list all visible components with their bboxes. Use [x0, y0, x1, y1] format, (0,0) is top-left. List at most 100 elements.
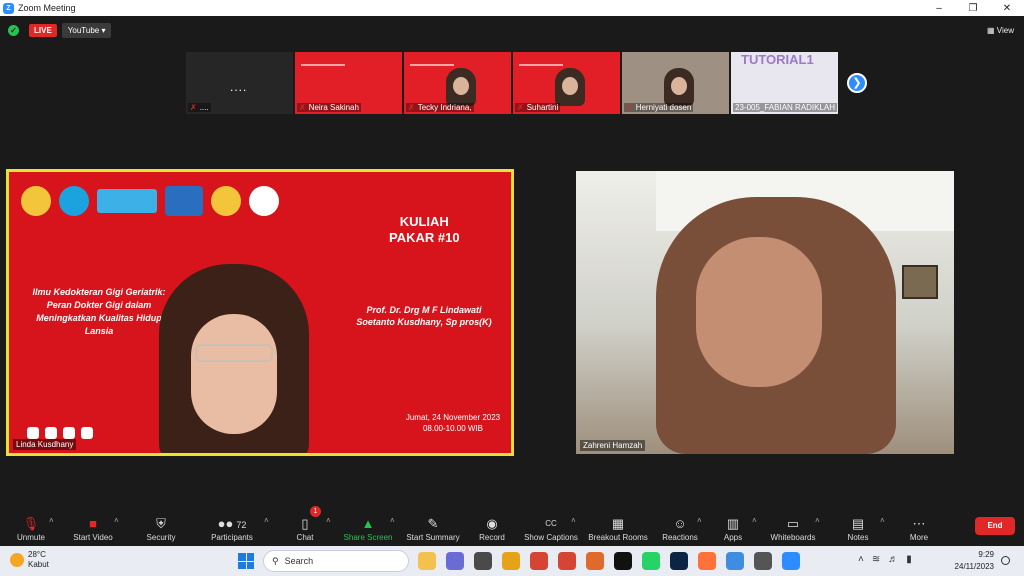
chat-button[interactable]: ▯ 1 Chat	[292, 506, 321, 546]
close-button[interactable]: ✕	[990, 3, 1024, 14]
record-label: Record	[479, 533, 505, 542]
firefox-icon[interactable]	[698, 552, 716, 570]
active-speaker-tile[interactable]: KULIAH PAKAR #10 Ilmu Kedokteran Gigi Ge…	[6, 169, 514, 456]
view-grid-icon: ▦	[987, 25, 995, 35]
participant-name: Linda Kusdhany	[13, 439, 77, 450]
chevron-up-icon[interactable]: ˄	[390, 516, 395, 525]
speaker-video	[159, 264, 309, 453]
notification-bell-icon[interactable]	[1001, 556, 1010, 565]
participant-video	[446, 68, 476, 106]
battery-icon[interactable]: ▮	[906, 554, 912, 565]
participant-tile[interactable]: Zahreni Hamzah	[576, 171, 954, 454]
maps-icon[interactable]	[586, 552, 604, 570]
next-page-arrow-icon[interactable]: ❯	[847, 73, 867, 93]
chevron-up-icon[interactable]: ˄	[858, 554, 864, 565]
participant-thumb[interactable]: ✗ Neira Sakinah	[295, 52, 402, 114]
wall-picture	[902, 265, 938, 299]
encryption-shield-icon[interactable]: ✓	[8, 24, 19, 36]
file-explorer-icon[interactable]	[418, 552, 436, 570]
notes-label: Notes	[847, 533, 869, 542]
participant-thumb[interactable]: ✗ Tecky Indriana,	[404, 52, 511, 114]
taskbar-clock[interactable]: 9:29 24/11/2023	[952, 549, 994, 573]
chat-label: Chat	[296, 533, 314, 542]
breakout-rooms-icon: ▦	[611, 516, 625, 531]
participant-video	[664, 68, 694, 106]
zoom-icon[interactable]	[782, 552, 800, 570]
chrome-icon[interactable]	[726, 552, 744, 570]
participant-count: 72	[236, 520, 247, 530]
share-screen-icon: ▲	[361, 516, 375, 531]
live-badge[interactable]: LIVE	[29, 23, 57, 37]
chevron-up-icon[interactable]: ˄	[697, 516, 702, 525]
chevron-up-icon[interactable]: ˄	[571, 516, 576, 525]
more-button[interactable]: ⋯ More	[906, 508, 932, 546]
chevron-up-icon[interactable]: ˄	[880, 516, 885, 525]
chevron-up-icon[interactable]: ˄	[326, 516, 331, 525]
security-button[interactable]: ⛨ Security	[144, 508, 178, 546]
unmute-button[interactable]: 🎙 Unmute	[12, 508, 50, 546]
participant-thumb[interactable]: ✗ Suhartini	[513, 52, 620, 114]
chevron-up-icon[interactable]: ˄	[114, 516, 119, 525]
participant-name: Herniyati dosen	[635, 103, 692, 112]
blu-logo-icon	[59, 186, 89, 216]
muted-mic-icon: ✗	[190, 103, 197, 112]
taskbar-search[interactable]: ⚲ Search	[263, 550, 409, 572]
tiktok-icon[interactable]	[614, 552, 632, 570]
accreditation-badge-icon	[211, 186, 241, 216]
view-button[interactable]: ▦ View	[987, 26, 1014, 35]
start-summary-button[interactable]: ✎ Start Summary	[406, 508, 460, 546]
participant-thumb[interactable]: TUTORIAL1 23-005_FABIAN RADIKLAH	[731, 52, 838, 114]
chevron-up-icon[interactable]: ˄	[49, 516, 54, 525]
summary-icon: ✎	[427, 516, 439, 531]
system-tray: ˄ ≋ ♬ ▮	[858, 554, 912, 565]
restore-button[interactable]: ❐	[956, 3, 990, 14]
record-icon: ◉	[486, 516, 498, 531]
participant-thumb[interactable]: ✗ Herniyati dosen	[622, 52, 729, 114]
slide-title-line: Meningkatkan Kualitas Hidup	[36, 313, 162, 323]
start-video-button[interactable]: ■ Start Video	[70, 508, 116, 546]
chevron-up-icon[interactable]: ˄	[752, 516, 757, 525]
camera-icon[interactable]	[558, 552, 576, 570]
social-icons	[27, 427, 93, 439]
record-button[interactable]: ◉ Record	[478, 508, 506, 546]
chevron-up-icon[interactable]: ˄	[815, 516, 820, 525]
kampus-merdeka-logo-icon	[97, 189, 157, 213]
window-title: Zoom Meeting	[18, 3, 76, 13]
participants-button[interactable]: ●● 72 Participants	[208, 508, 256, 546]
notes-button[interactable]: ▤ Notes	[846, 508, 870, 546]
facebook-icon	[63, 427, 75, 439]
office-icon[interactable]	[530, 552, 548, 570]
participant-thumb[interactable]: .... ✗....	[186, 52, 293, 114]
slide-preview	[301, 64, 345, 84]
media-icon[interactable]	[474, 552, 492, 570]
start-video-label: Start Video	[73, 533, 113, 542]
chevron-up-icon[interactable]: ˄	[264, 516, 269, 525]
volume-icon[interactable]: ♬	[888, 554, 898, 565]
slide-title-line: Lansia	[84, 326, 114, 336]
settings-icon[interactable]	[754, 552, 772, 570]
wifi-icon[interactable]: ≋	[872, 554, 880, 565]
reactions-button[interactable]: ☺ Reactions	[662, 508, 698, 546]
chat-icon: ▯	[301, 516, 309, 531]
breakout-rooms-button[interactable]: ▦ Breakout Rooms	[588, 508, 648, 546]
whiteboards-button[interactable]: ▭ Whiteboards	[768, 508, 818, 546]
minimize-button[interactable]: –	[922, 3, 956, 14]
more-label: More	[909, 533, 929, 542]
participant-video	[576, 171, 954, 454]
windows-start-icon[interactable]	[238, 553, 254, 569]
show-captions-button[interactable]: CC Show Captions	[524, 508, 578, 546]
end-meeting-button[interactable]: End	[975, 517, 1015, 535]
windows-taskbar: 28°C Kabut ⚲ Search ˄ ≋ ♬ ▮ 9:29 24/11/202…	[0, 546, 1024, 576]
photoshop-icon[interactable]	[670, 552, 688, 570]
share-screen-button[interactable]: ▲ Share Screen	[343, 508, 393, 546]
whatsapp-icon[interactable]	[642, 552, 660, 570]
folder-icon[interactable]	[502, 552, 520, 570]
zoom-chat-icon[interactable]	[446, 552, 464, 570]
participant-name: ....	[199, 103, 209, 112]
share-screen-label: Share Screen	[343, 533, 393, 542]
participants-icon: ●● 72	[217, 516, 247, 531]
stream-dropdown[interactable]: YouTube ▾	[61, 22, 112, 38]
apps-button[interactable]: ▥ Apps	[722, 508, 744, 546]
faculty-logo-icon	[249, 186, 279, 216]
weather-widget[interactable]: 28°C Kabut	[10, 550, 49, 570]
